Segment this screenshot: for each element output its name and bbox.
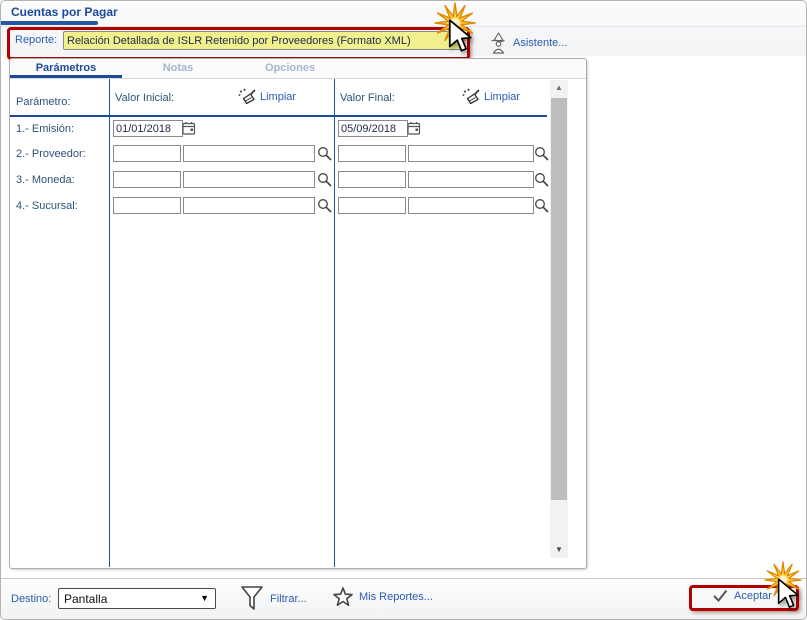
row-label: 3.- Moneda: bbox=[16, 174, 75, 186]
my-reports-button[interactable]: Mis Reportes... bbox=[333, 587, 433, 607]
param-column-header: Parámetro: bbox=[16, 96, 71, 108]
proveedor-final-code-input[interactable] bbox=[338, 145, 406, 162]
sucursal-final-code-input[interactable] bbox=[338, 197, 406, 214]
clear-final-button[interactable]: Limpiar bbox=[462, 88, 520, 106]
calendar-icon[interactable] bbox=[182, 121, 196, 135]
footer-bar: Destino: Pantalla ▼ Filtrar... Mis Repor… bbox=[1, 579, 806, 619]
search-icon[interactable] bbox=[534, 146, 550, 162]
table-row-sucursal: 4.- Sucursal: bbox=[10, 197, 584, 217]
window-title: Cuentas por Pagar bbox=[11, 5, 118, 19]
table-row-emision: 1.- Emisión: bbox=[10, 120, 584, 140]
destination-value: Pantalla bbox=[64, 592, 108, 606]
filter-button[interactable]: Filtrar... bbox=[240, 585, 307, 612]
calendar-icon[interactable] bbox=[407, 121, 421, 135]
proveedor-final-name-input[interactable] bbox=[408, 145, 534, 162]
clear-final-label: Limpiar bbox=[484, 91, 521, 103]
row-label: 1.- Emisión: bbox=[16, 123, 75, 135]
destination-label: Destino: bbox=[11, 593, 52, 605]
row-label: 4.- Sucursal: bbox=[16, 200, 78, 212]
broom-icon bbox=[238, 88, 256, 106]
parameters-content: Parámetro: Valor Inicial: Limpiar Valor … bbox=[10, 79, 584, 567]
header-underline bbox=[10, 115, 547, 117]
emision-initial-date-input[interactable] bbox=[113, 120, 183, 137]
proveedor-initial-code-input[interactable] bbox=[113, 145, 181, 162]
scroll-down-button[interactable]: ▼ bbox=[550, 542, 568, 558]
sucursal-initial-code-input[interactable] bbox=[113, 197, 181, 214]
dropdown-caret-icon: ▼ bbox=[200, 593, 209, 603]
tab-notas[interactable]: Notas bbox=[122, 59, 234, 78]
destination-select[interactable]: Pantalla ▼ bbox=[58, 588, 216, 609]
parameters-panel: Parámetros Notas Opciones Parámetro: Val… bbox=[9, 58, 587, 569]
search-icon[interactable] bbox=[534, 198, 550, 214]
search-icon[interactable] bbox=[317, 198, 333, 214]
table-row-proveedor: 2.- Proveedor: bbox=[10, 145, 584, 165]
star-icon bbox=[333, 587, 353, 607]
broom-icon bbox=[462, 88, 480, 106]
tab-opciones[interactable]: Opciones bbox=[234, 59, 346, 78]
table-row-moneda: 3.- Moneda: bbox=[10, 171, 584, 191]
tab-parametros[interactable]: Parámetros bbox=[10, 59, 122, 78]
wizard-icon bbox=[489, 32, 508, 54]
my-reports-label: Mis Reportes... bbox=[359, 591, 433, 603]
proveedor-initial-name-input[interactable] bbox=[183, 145, 315, 162]
search-icon[interactable] bbox=[317, 146, 333, 162]
scrollbar-thumb[interactable] bbox=[551, 98, 567, 500]
sucursal-final-name-input[interactable] bbox=[408, 197, 534, 214]
sucursal-initial-name-input[interactable] bbox=[183, 197, 315, 214]
moneda-initial-code-input[interactable] bbox=[113, 171, 181, 188]
funnel-icon bbox=[240, 585, 264, 612]
clear-initial-button[interactable]: Limpiar bbox=[238, 88, 296, 106]
assistant-label: Asistente... bbox=[513, 37, 568, 49]
scroll-up-button[interactable]: ▲ bbox=[550, 80, 568, 96]
final-column-header: Valor Final: bbox=[340, 92, 395, 104]
row-label: 2.- Proveedor: bbox=[16, 148, 86, 160]
moneda-final-code-input[interactable] bbox=[338, 171, 406, 188]
dialog-window: Cuentas por Pagar Reporte: Asistente... … bbox=[0, 0, 807, 620]
filter-label: Filtrar... bbox=[270, 592, 307, 605]
title-underline bbox=[1, 21, 98, 25]
page: { "window": { "title": "Cuentas por Paga… bbox=[0, 0, 807, 620]
search-icon[interactable] bbox=[534, 172, 550, 188]
moneda-final-name-input[interactable] bbox=[408, 171, 534, 188]
moneda-initial-name-input[interactable] bbox=[183, 171, 315, 188]
assistant-button[interactable]: Asistente... bbox=[489, 32, 567, 54]
report-annotation-box bbox=[7, 27, 470, 60]
clear-initial-label: Limpiar bbox=[260, 91, 297, 103]
initial-column-header: Valor Inicial: bbox=[115, 92, 175, 104]
vertical-scrollbar[interactable]: ▲ ▼ bbox=[550, 80, 568, 558]
emision-final-date-input[interactable] bbox=[338, 120, 408, 137]
accept-annotation-box bbox=[689, 585, 799, 611]
search-icon[interactable] bbox=[317, 172, 333, 188]
tab-strip: Parámetros Notas Opciones bbox=[10, 59, 586, 79]
